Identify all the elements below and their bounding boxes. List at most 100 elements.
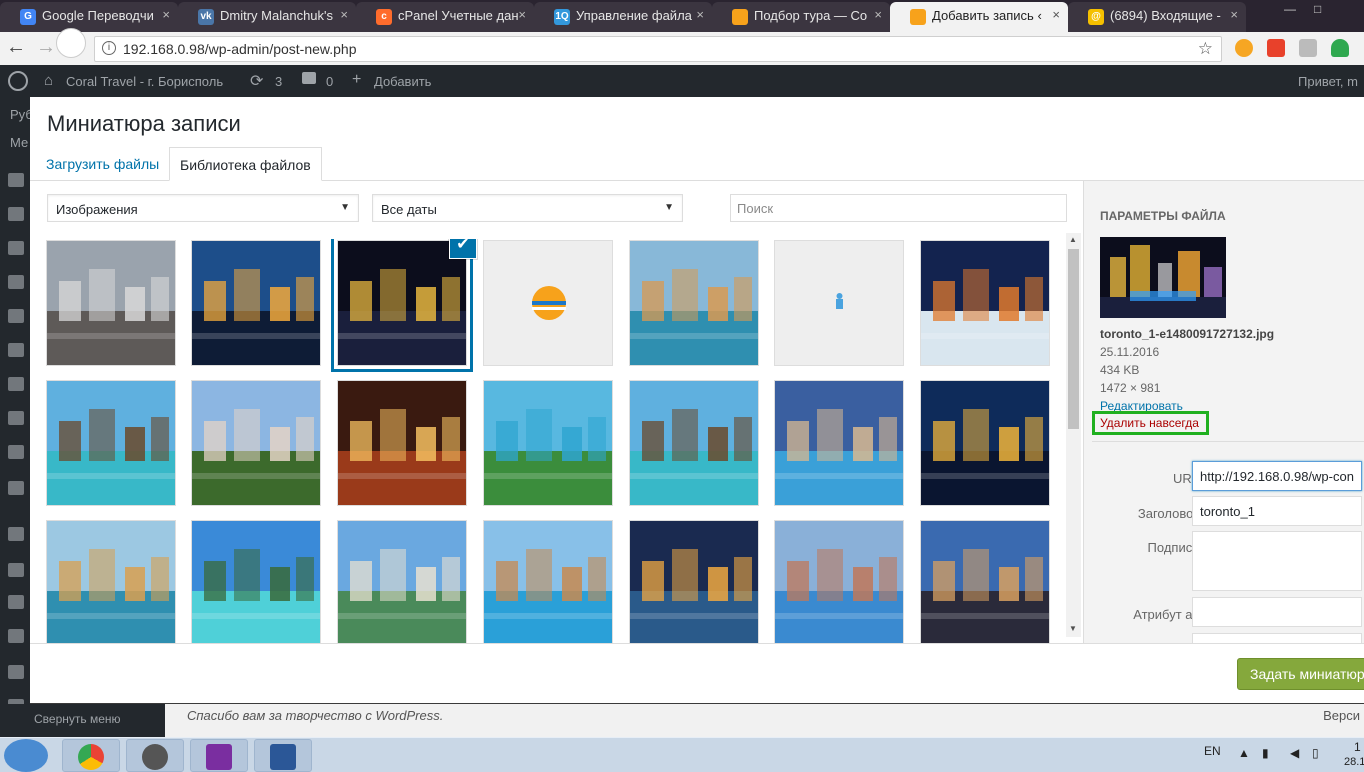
tab-media-library[interactable]: Библиотека файлов <box>169 147 322 181</box>
scroll-down-icon[interactable]: ▼ <box>1069 624 1077 633</box>
thumb-toronto[interactable] <box>337 240 467 366</box>
scrollbar-thumb[interactable] <box>1068 249 1079 429</box>
thumb-coral-logo[interactable] <box>483 240 613 366</box>
browser-tab[interactable]: Подбор тура — Co × <box>712 2 890 32</box>
set-featured-image-button[interactable]: Задать миниатюру <box>1237 658 1364 690</box>
close-tab-icon[interactable]: × <box>340 7 348 22</box>
thumb-resort-pool-dusk[interactable] <box>774 380 904 506</box>
tumblr-extension-icon[interactable] <box>1267 39 1285 57</box>
scroll-up-icon[interactable]: ▲ <box>1069 235 1077 244</box>
close-tab-icon[interactable]: × <box>696 7 704 22</box>
taskbar-filezilla[interactable] <box>126 739 184 772</box>
minimize-icon[interactable]: — <box>1284 2 1296 16</box>
start-button[interactable] <box>4 739 48 772</box>
window-controls[interactable]: — □ <box>1274 0 1364 20</box>
browser-tab[interactable]: 1Q Управление файла × <box>534 2 712 32</box>
forward-icon[interactable]: → <box>34 36 58 60</box>
close-tab-icon[interactable]: × <box>1230 7 1238 22</box>
sidebar-menu-icon[interactable] <box>8 527 24 541</box>
caption-textarea[interactable] <box>1192 531 1362 591</box>
thumb-castle-hotel[interactable] <box>191 380 321 506</box>
comments-icon[interactable] <box>302 72 316 84</box>
sidebar-menu-icon[interactable] <box>8 481 24 495</box>
info-icon[interactable]: i <box>102 41 116 55</box>
sidebar-menu-icon[interactable] <box>8 411 24 425</box>
thumb-vancouver-night[interactable] <box>191 240 321 366</box>
thumb-resort-canal-2[interactable] <box>46 520 176 643</box>
media-type-filter[interactable]: Изображения ▼ <box>47 194 359 222</box>
address-bar[interactable]: i 192.168.0.98/wp-admin/post-new.php ☆ <box>94 36 1222 62</box>
close-tab-icon[interactable]: × <box>162 7 170 22</box>
home-icon[interactable]: ⌂ <box>44 72 53 89</box>
close-tab-icon[interactable]: × <box>1052 7 1060 22</box>
thumb-burj-al-arab[interactable] <box>337 520 467 643</box>
delete-permanently-link[interactable]: Удалить навсегда <box>1092 411 1209 435</box>
shield-extension-icon[interactable] <box>1331 39 1349 57</box>
selected-check-icon[interactable]: ✔ <box>450 239 476 258</box>
media-search-input[interactable]: Поиск <box>730 194 1067 222</box>
thumb-island-lagoon[interactable] <box>483 380 613 506</box>
clock-time[interactable]: 1 <box>1354 740 1361 754</box>
sidebar-menu-icon[interactable] <box>8 595 24 609</box>
maximize-icon[interactable]: □ <box>1314 2 1321 16</box>
thumb-generic-file[interactable] <box>774 240 904 366</box>
power-icon[interactable]: ▯ <box>1312 746 1319 760</box>
site-name-link[interactable]: Coral Travel - г. Борисполь <box>66 74 223 89</box>
language-indicator[interactable]: EN <box>1204 744 1221 758</box>
greeting-link[interactable]: Привет, m <box>1298 74 1358 89</box>
sidebar-menu-icon[interactable] <box>8 445 24 459</box>
url-field[interactable]: http://192.168.0.98/wp-con <box>1192 461 1362 491</box>
close-tab-icon[interactable]: × <box>874 7 882 22</box>
extension-icon[interactable] <box>1299 39 1317 57</box>
close-tab-icon[interactable]: × <box>518 7 526 22</box>
thumb-maldives-villas[interactable] <box>46 380 176 506</box>
browser-tab[interactable]: vk Dmitry Malanchuk's × <box>178 2 356 32</box>
comments-count[interactable]: 0 <box>326 74 333 89</box>
sidebar-menu-icon[interactable] <box>8 665 24 679</box>
tray-arrow-icon[interactable]: ▲ <box>1238 746 1250 760</box>
plus-icon[interactable]: + <box>352 71 361 89</box>
thumb-christmas-market[interactable] <box>920 240 1050 366</box>
add-new-link[interactable]: Добавить <box>374 74 431 89</box>
alt-field[interactable] <box>1192 597 1362 627</box>
sidebar-menu-icon[interactable] <box>8 275 24 289</box>
thumb-maldives-villas-2[interactable] <box>629 380 759 506</box>
thumb-resort-canal[interactable] <box>629 240 759 366</box>
network-icon[interactable]: ▮ <box>1262 746 1269 760</box>
browser-tab[interactable]: c cPanel Учетные дан × <box>356 2 534 32</box>
thumb-palace-lights[interactable] <box>337 380 467 506</box>
title-field[interactable]: toronto_1 <box>1192 496 1362 526</box>
collapse-menu-button[interactable]: Свернуть меню <box>0 704 165 737</box>
updates-count[interactable]: 3 <box>275 74 282 89</box>
profile-avatar[interactable] <box>56 28 86 58</box>
wordpress-logo-icon[interactable] <box>8 71 28 91</box>
sidebar-menu-icon[interactable] <box>8 207 24 221</box>
thumb-palm-sunset[interactable] <box>920 380 1050 506</box>
browser-tab[interactable]: Добавить запись ‹ × <box>890 2 1068 32</box>
volume-icon[interactable]: ◀ <box>1290 746 1299 760</box>
tab-upload-files[interactable]: Загрузить файлы <box>36 147 169 181</box>
date-filter[interactable]: Все даты ▼ <box>372 194 683 222</box>
thumb-hotel-reflection[interactable] <box>774 520 904 643</box>
sidebar-menu-icon[interactable] <box>8 173 24 187</box>
thumb-paris-terrace[interactable] <box>920 520 1050 643</box>
taskbar-word[interactable] <box>254 739 312 772</box>
thumb-bridge-waterfall[interactable] <box>46 240 176 366</box>
sidebar-menu-icon[interactable] <box>8 343 24 357</box>
taskbar-chrome[interactable] <box>62 739 120 772</box>
browser-tab[interactable]: @ (6894) Входящие - × <box>1068 2 1246 32</box>
sidebar-menu-icon[interactable] <box>8 309 24 323</box>
updates-icon[interactable]: ⟳ <box>250 71 263 91</box>
description-field[interactable] <box>1192 633 1362 643</box>
sidebar-menu-icon[interactable] <box>8 563 24 577</box>
grid-scrollbar[interactable]: ▲ ▼ <box>1066 233 1081 637</box>
thumb-tropical-beach[interactable] <box>191 520 321 643</box>
sidebar-menu-icon[interactable] <box>8 377 24 391</box>
clock-date[interactable]: 28.1 <box>1344 756 1364 768</box>
back-icon[interactable]: ← <box>4 36 28 60</box>
sidebar-partial-label[interactable]: Ме <box>10 135 28 150</box>
thumb-hotel-pool[interactable] <box>483 520 613 643</box>
taskbar-phpstorm[interactable] <box>190 739 248 772</box>
bookmark-star-icon[interactable]: ☆ <box>1198 39 1213 59</box>
sidebar-menu-icon[interactable] <box>8 629 24 643</box>
